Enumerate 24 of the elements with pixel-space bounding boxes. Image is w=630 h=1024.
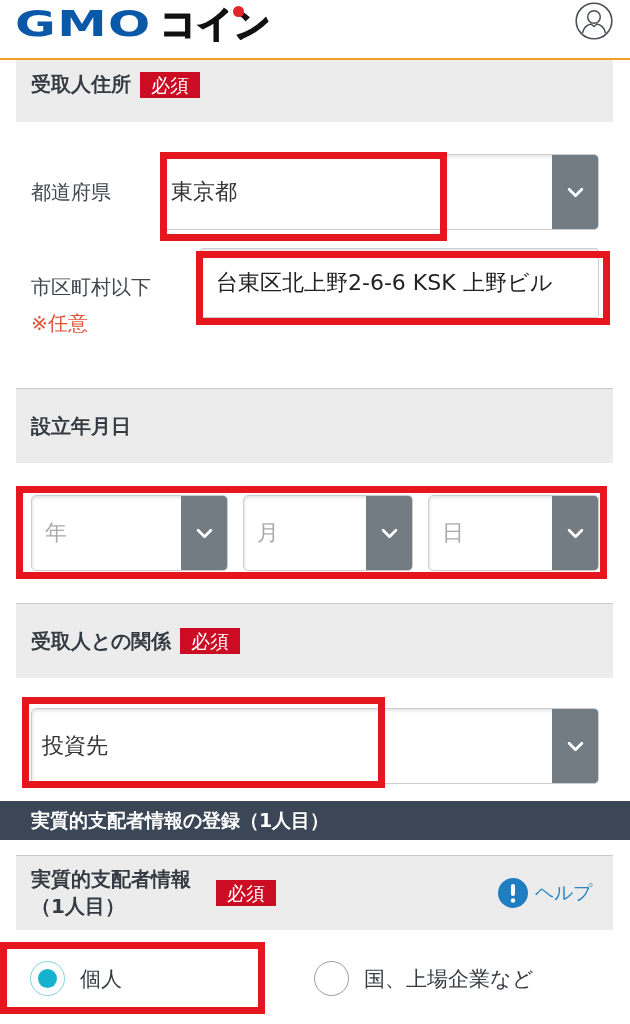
radio-label[interactable]: 個人: [80, 964, 122, 993]
section-title: 受取人住所: [31, 71, 131, 98]
required-badge: 必須: [140, 71, 200, 98]
section-title: 設立年月日: [31, 412, 131, 440]
radio-button[interactable]: [314, 961, 349, 996]
field-label: 市区町村以下: [31, 274, 151, 301]
field-label: 都道府県: [31, 179, 111, 206]
optional-note: ※任意: [31, 310, 88, 337]
required-badge: 必須: [216, 880, 276, 906]
required-badge: 必須: [180, 628, 240, 654]
radio-label[interactable]: 国、上場企業など: [364, 964, 534, 993]
chevron-down-icon[interactable]: [566, 740, 584, 752]
chevron-down-icon[interactable]: [566, 527, 584, 539]
user-icon[interactable]: [575, 2, 613, 40]
section-title: 受取人との関係: [31, 627, 171, 655]
section-title: 実質的支配者情報（1人目）: [31, 866, 192, 920]
chevron-down-icon[interactable]: [195, 527, 213, 539]
chevron-down-icon[interactable]: [566, 186, 584, 198]
dropdown-field[interactable]: 投資先: [31, 708, 599, 784]
address-field[interactable]: 台東区北上野2-6-6 KSK 上野ビル: [200, 248, 599, 318]
radio-button[interactable]: [30, 961, 65, 996]
section-banner: 実質的支配者情報の登録（1人目）: [0, 801, 630, 840]
exclamation-icon[interactable]: [498, 878, 528, 908]
chevron-down-icon[interactable]: [380, 527, 398, 539]
